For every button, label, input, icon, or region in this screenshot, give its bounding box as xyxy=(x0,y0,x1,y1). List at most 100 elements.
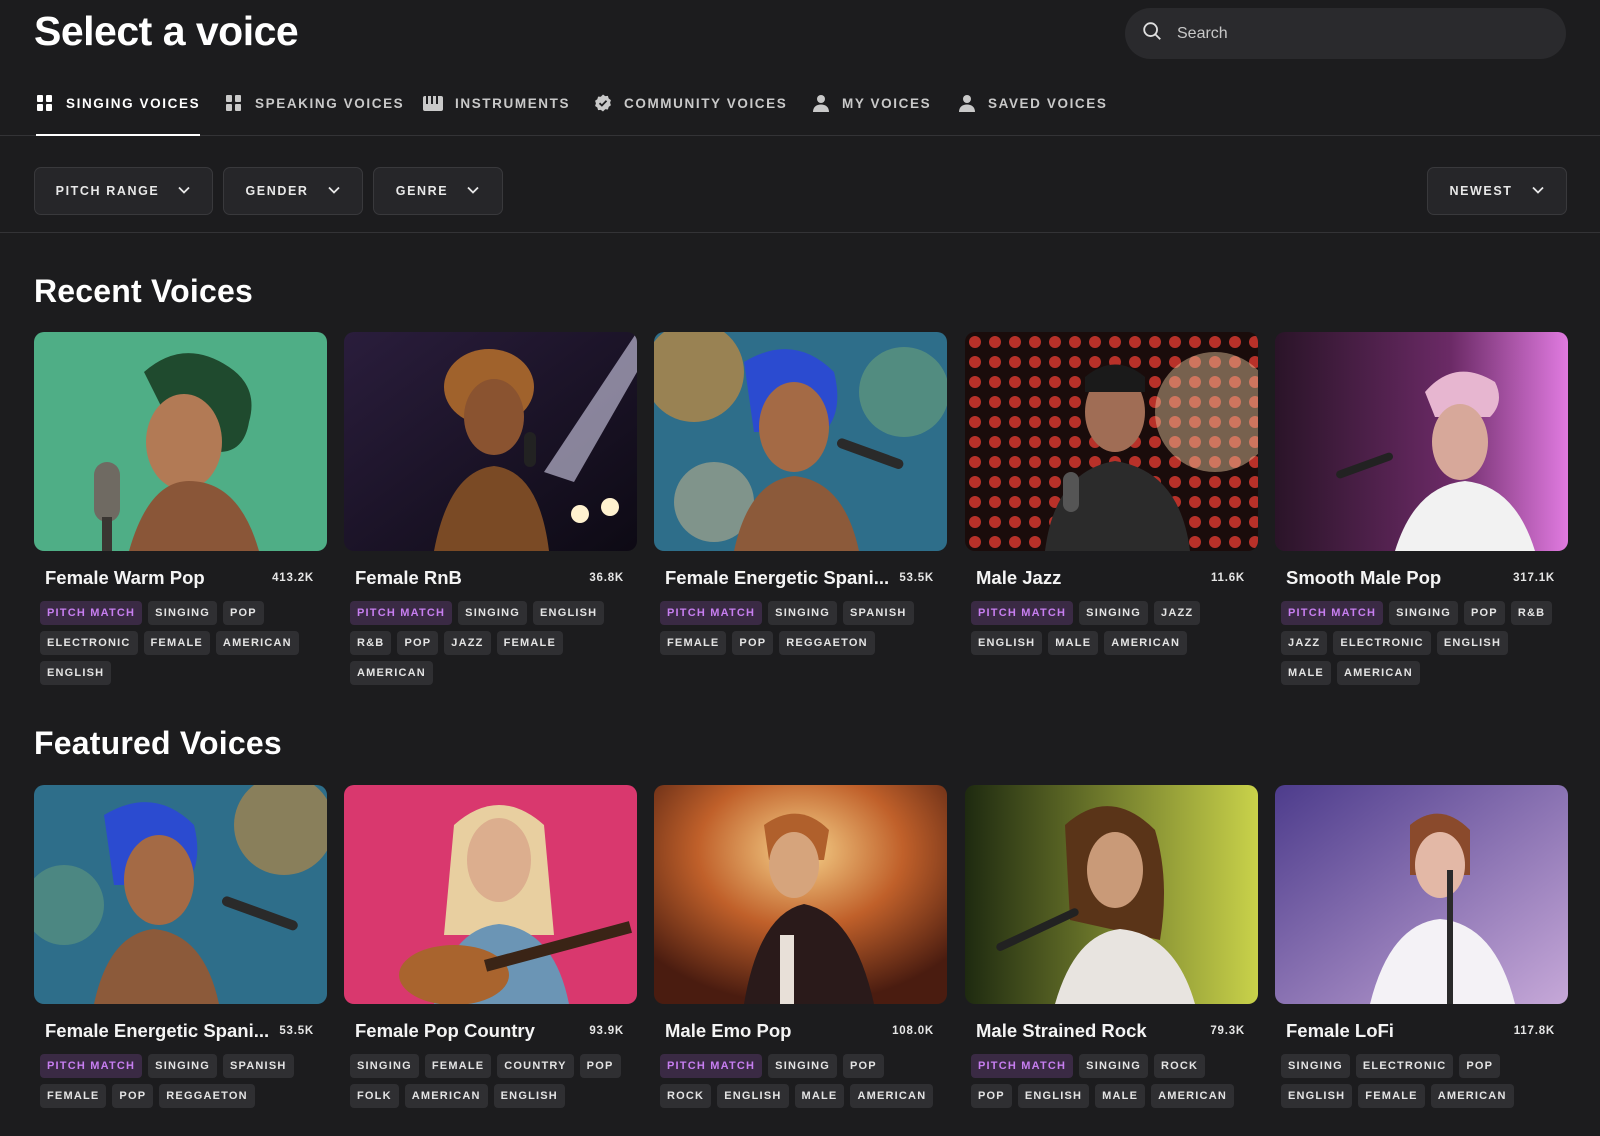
tab-community-voices[interactable]: COMMUNITY VOICES xyxy=(594,94,788,136)
tag: FEMALE xyxy=(1358,1084,1425,1108)
tag: COUNTRY xyxy=(497,1054,574,1078)
tab-speaking-voices[interactable]: SPEAKING VOICES xyxy=(225,95,405,136)
tag: SINGING xyxy=(458,601,528,625)
tag: SINGING xyxy=(1389,601,1459,625)
tag: ENGLISH xyxy=(717,1084,789,1108)
voice-card[interactable]: Smooth Male Pop 317.1K PITCH MATCH SINGI… xyxy=(1275,332,1568,685)
tag: POP xyxy=(579,1054,621,1078)
voice-name: Female Energetic Spani... xyxy=(45,1020,270,1041)
voice-card[interactable]: Male Strained Rock 79.3K PITCH MATCH SIN… xyxy=(965,785,1258,1108)
section-title-featured: Featured Voices xyxy=(34,725,282,761)
tag: ENGLISH xyxy=(493,1084,565,1108)
tag: MALE xyxy=(1048,631,1099,655)
voice-card[interactable]: Female LoFi 117.8K SINGING ELECTRONIC PO… xyxy=(1275,785,1568,1108)
tab-label: MY VOICES xyxy=(842,96,932,111)
tag: POP xyxy=(112,1084,154,1108)
tab-my-voices[interactable]: MY VOICES xyxy=(812,95,932,136)
search-icon xyxy=(1141,20,1163,47)
tag: ELECTRONIC xyxy=(1355,1054,1454,1078)
verified-badge-icon xyxy=(594,94,612,115)
tag: FEMALE xyxy=(496,631,564,655)
voice-card[interactable]: Male Emo Pop 108.0K PITCH MATCH SINGING … xyxy=(654,785,947,1108)
pitch-range-dropdown[interactable]: PITCH RANGE xyxy=(34,167,213,215)
tag-pitch-match: PITCH MATCH xyxy=(1281,601,1384,625)
voice-usage-count: 53.5K xyxy=(279,1025,314,1037)
voice-card[interactable]: Male Jazz 11.6K PITCH MATCH SINGING JAZZ… xyxy=(965,332,1258,655)
voice-name: Male Strained Rock xyxy=(976,1020,1147,1041)
tag: SINGING xyxy=(350,1054,419,1078)
search-box[interactable] xyxy=(1125,8,1566,59)
tab-label: SPEAKING VOICES xyxy=(255,96,405,111)
dropdown-label: GENDER xyxy=(245,184,309,198)
voice-usage-count: 53.5K xyxy=(899,572,934,584)
tag-list: SINGING ELECTRONIC POP ENGLISH FEMALE AM… xyxy=(1275,1054,1568,1108)
tag: AMERICAN xyxy=(1151,1084,1234,1108)
piano-icon xyxy=(423,96,443,115)
chevron-down-icon xyxy=(177,183,191,200)
voice-card[interactable]: Female RnB 36.8K PITCH MATCH SINGING ENG… xyxy=(344,332,637,685)
tab-label: SINGING VOICES xyxy=(66,96,201,111)
voice-name: Male Emo Pop xyxy=(665,1020,792,1041)
tag-list: SINGING FEMALE COUNTRY POP FOLK AMERICAN… xyxy=(344,1054,637,1108)
voice-usage-count: 11.6K xyxy=(1210,572,1245,584)
search-input[interactable] xyxy=(1177,24,1537,43)
tag: ROCK xyxy=(660,1084,712,1108)
tab-instruments[interactable]: INSTRUMENTS xyxy=(423,96,570,136)
tag: AMERICAN xyxy=(404,1084,488,1108)
tag: MALE xyxy=(1281,661,1331,685)
tag: ROCK xyxy=(1154,1054,1206,1078)
voice-name: Smooth Male Pop xyxy=(1286,567,1442,588)
tag: JAZZ xyxy=(1281,631,1328,655)
person-icon xyxy=(958,95,976,115)
tag: ELECTRONIC xyxy=(40,631,138,655)
voice-name: Female Energetic Spani... xyxy=(665,567,890,588)
tag: ENGLISH xyxy=(533,601,605,625)
tag-list: PITCH MATCH SINGING SPANISH FEMALE POP R… xyxy=(654,601,947,655)
tab-singing-voices[interactable]: SINGING VOICES xyxy=(36,95,201,136)
voice-card[interactable]: Female Energetic Spani... 53.5K PITCH MA… xyxy=(34,785,327,1108)
tag: FOLK xyxy=(350,1084,399,1108)
tag-list: PITCH MATCH SINGING JAZZ ENGLISH MALE AM… xyxy=(965,601,1258,655)
tag: AMERICAN xyxy=(350,661,433,685)
tab-label: COMMUNITY VOICES xyxy=(624,96,788,111)
voice-card[interactable]: Female Warm Pop 413.2K PITCH MATCH SINGI… xyxy=(34,332,327,685)
tag: REGGAETON xyxy=(779,631,875,655)
tab-saved-voices[interactable]: SAVED VOICES xyxy=(958,95,1107,136)
voice-usage-count: 36.8K xyxy=(589,572,624,584)
tag: AMERICAN xyxy=(850,1084,934,1108)
mic-grid-icon xyxy=(36,95,54,115)
tag: POP xyxy=(843,1054,884,1078)
header: Select a voice xyxy=(0,0,1600,80)
genre-dropdown[interactable]: GENRE xyxy=(373,167,503,215)
tag: AMERICAN xyxy=(215,631,299,655)
tag: SINGING xyxy=(148,1054,218,1078)
voice-name: Female Pop Country xyxy=(355,1020,535,1041)
tag: POP xyxy=(732,631,774,655)
tag: FEMALE xyxy=(660,631,727,655)
voice-name: Female LoFi xyxy=(1286,1020,1394,1041)
voice-thumbnail xyxy=(34,785,327,1004)
tag: SINGING xyxy=(768,1054,838,1078)
tag: MALE xyxy=(1095,1084,1146,1108)
voice-card[interactable]: Female Energetic Spani... 53.5K PITCH MA… xyxy=(654,332,947,655)
voice-card[interactable]: Female Pop Country 93.9K SINGING FEMALE … xyxy=(344,785,637,1108)
tag: AMERICAN xyxy=(1430,1084,1514,1108)
voice-usage-count: 117.8K xyxy=(1513,1025,1555,1037)
mic-grid-icon xyxy=(225,95,243,115)
voice-thumbnail xyxy=(654,332,947,551)
gender-dropdown[interactable]: GENDER xyxy=(223,167,363,215)
tag-pitch-match: PITCH MATCH xyxy=(40,601,143,625)
tag: REGGAETON xyxy=(159,1084,255,1108)
voice-thumbnail xyxy=(654,785,947,1004)
dropdown-label: PITCH RANGE xyxy=(55,184,160,198)
voice-usage-count: 93.9K xyxy=(589,1025,624,1037)
tag: ENGLISH xyxy=(40,661,112,685)
tag: MALE xyxy=(794,1084,845,1108)
voice-usage-count: 413.2K xyxy=(272,572,314,584)
tag: SPANISH xyxy=(223,1054,294,1078)
tag: SINGING xyxy=(1079,601,1149,625)
sort-dropdown[interactable]: NEWEST xyxy=(1427,167,1567,215)
tag: SINGING xyxy=(148,601,218,625)
voice-thumbnail xyxy=(965,332,1258,551)
person-icon xyxy=(812,95,830,115)
